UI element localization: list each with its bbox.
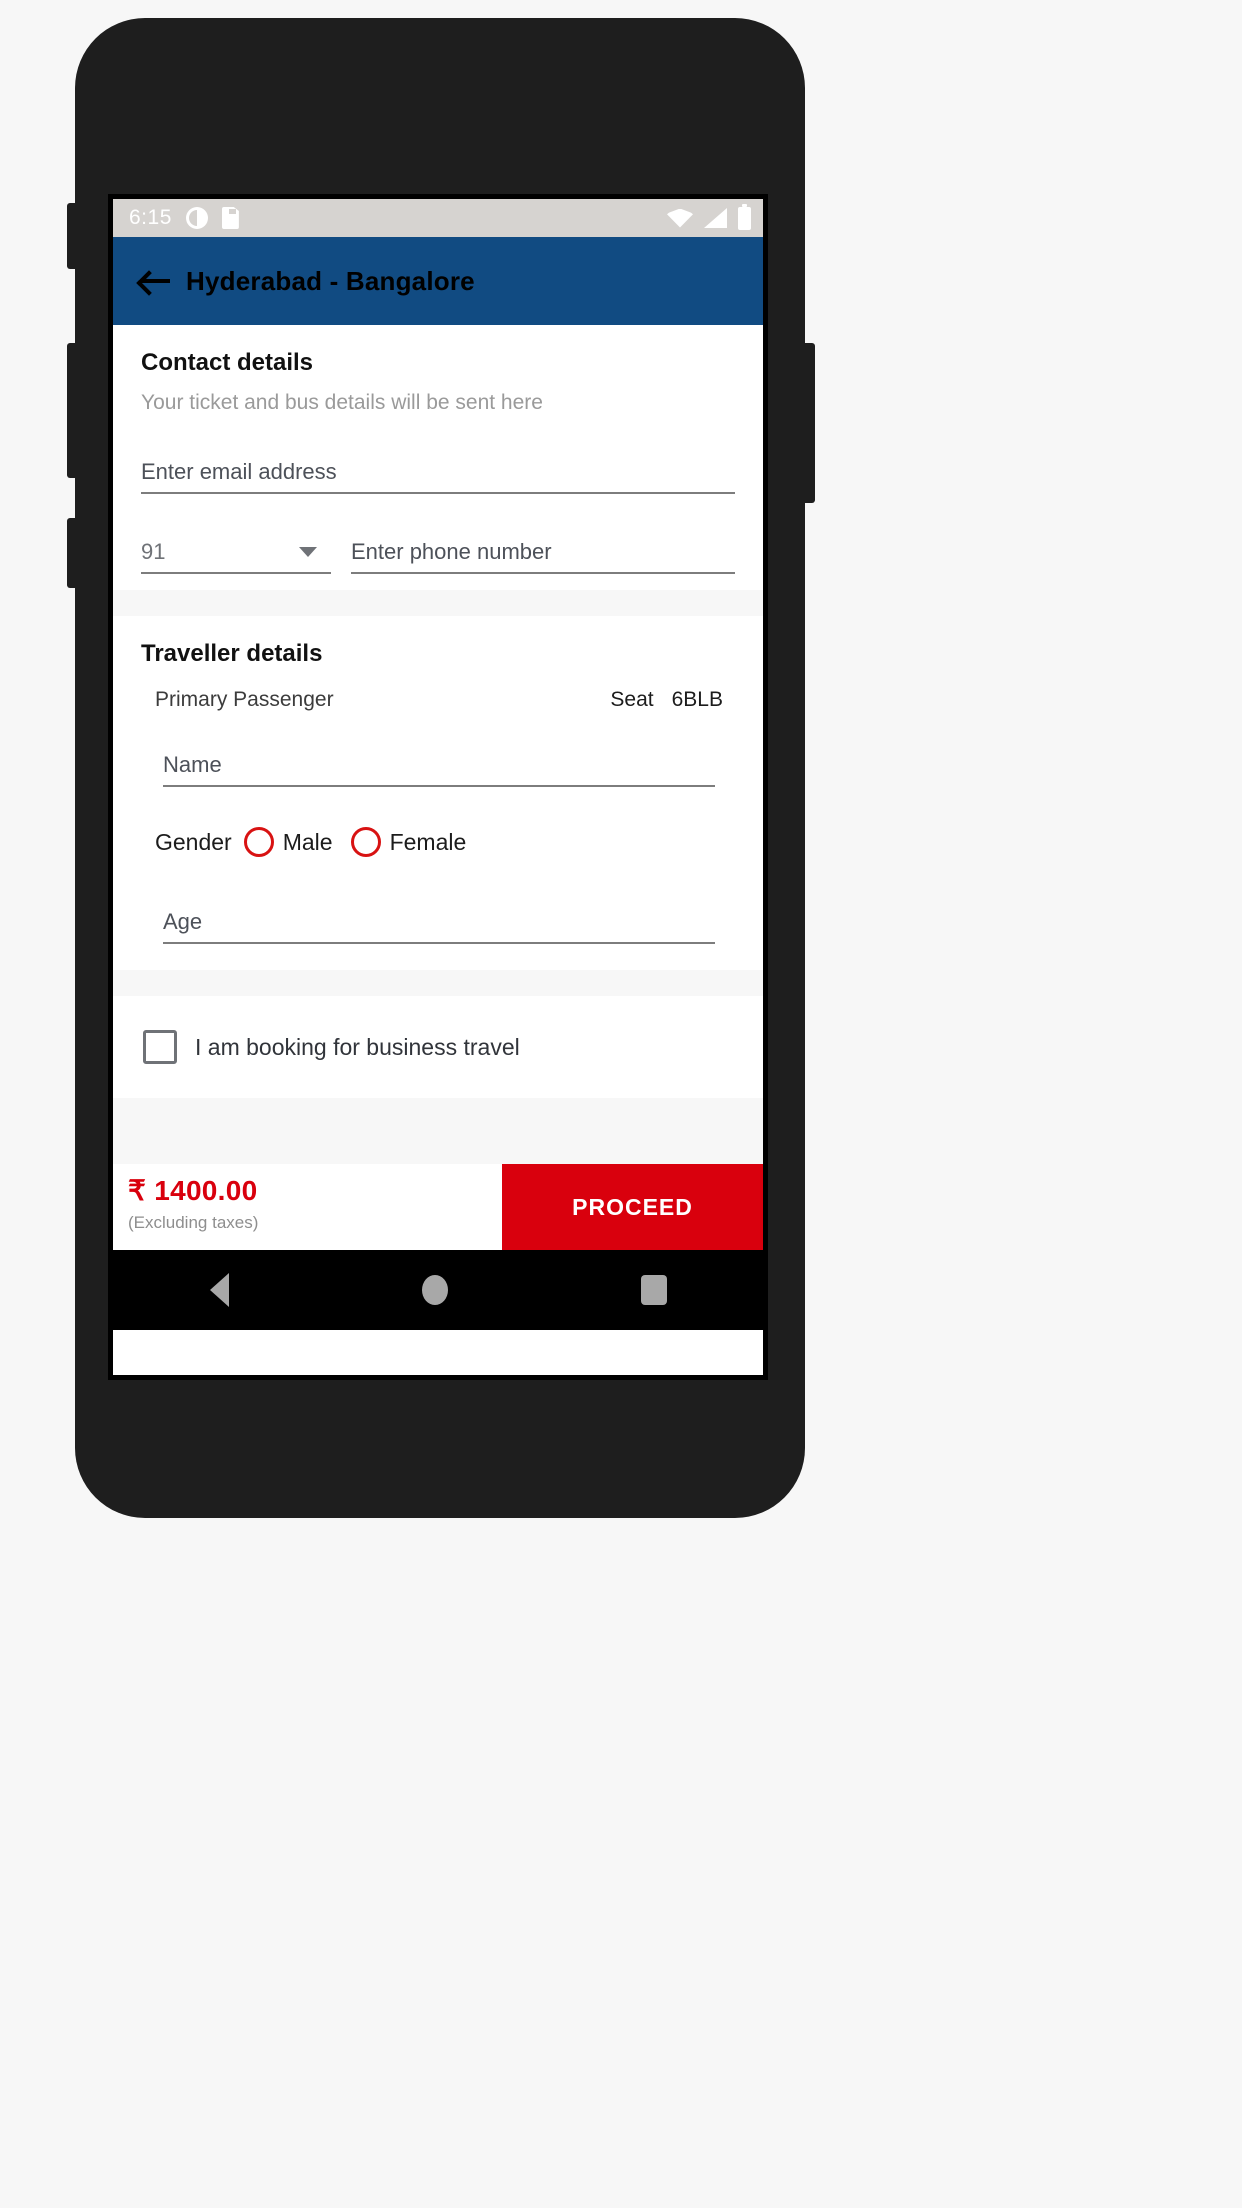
device-button-left-bottom[interactable] <box>67 518 81 588</box>
country-code-value: 91 <box>141 539 166 564</box>
bottom-bar: ₹ 1400.00 (Excluding taxes) PROCEED <box>113 1164 763 1250</box>
passenger-age-field[interactable]: Age <box>163 909 715 944</box>
phone-row: 91 Enter phone number <box>141 539 735 574</box>
phone-screen: 6:15 Hyderabad - Bangalore Contact detai… <box>108 194 768 1380</box>
wifi-icon <box>667 208 693 228</box>
section-divider-1 <box>113 590 763 616</box>
business-travel-checkbox[interactable] <box>143 1030 177 1064</box>
sdcard-icon <box>221 207 239 229</box>
device-volume-button[interactable] <box>67 343 81 478</box>
passenger-name-field[interactable]: Name <box>163 752 715 787</box>
status-bar-right <box>667 199 751 237</box>
phone-number-field[interactable]: Enter phone number <box>351 539 735 574</box>
age-placeholder: Age <box>163 909 203 934</box>
business-travel-label: I am booking for business travel <box>195 1033 520 1060</box>
bottom-spacer <box>113 1098 763 1164</box>
back-arrow-icon[interactable] <box>140 268 170 294</box>
device-power-button[interactable] <box>799 343 815 503</box>
mood-icon <box>185 207 208 229</box>
phone-device-frame: 6:15 Hyderabad - Bangalore Contact detai… <box>67 18 815 1518</box>
country-code-select[interactable]: 91 <box>141 539 331 574</box>
taxes-note: (Excluding taxes) <box>128 1213 259 1232</box>
chevron-down-icon <box>299 547 317 557</box>
status-bar-left: 6:15 <box>129 206 239 230</box>
traveller-details-card: Traveller details Primary Passenger Seat… <box>113 616 763 970</box>
nav-home-icon[interactable] <box>421 1275 448 1305</box>
gender-label: Gender <box>155 828 232 855</box>
gender-selector: Gender Male Female <box>155 827 735 857</box>
proceed-button[interactable]: PROCEED <box>502 1164 763 1250</box>
phone-placeholder: Enter phone number <box>351 539 552 564</box>
radio-male[interactable] <box>243 827 274 857</box>
status-bar-clock: 6:15 <box>129 206 172 229</box>
gender-option-male-label[interactable]: Male <box>283 829 333 856</box>
total-price: ₹ 1400.00 <box>128 1175 258 1206</box>
seat-number: 6BLB <box>671 688 723 711</box>
email-field[interactable]: Enter email address <box>141 459 735 494</box>
android-nav-bar <box>113 1250 763 1330</box>
main-content: Contact details Your ticket and bus deta… <box>113 325 763 1164</box>
signal-icon <box>704 208 727 228</box>
status-bar: 6:15 <box>113 199 763 237</box>
contact-details-subtitle: Your ticket and bus details will be sent… <box>141 391 543 414</box>
nav-recent-icon[interactable] <box>640 1275 667 1305</box>
contact-details-card: Contact details Your ticket and bus deta… <box>113 325 763 590</box>
battery-icon <box>738 203 751 230</box>
name-placeholder: Name <box>163 752 222 777</box>
traveller-details-heading: Traveller details <box>141 640 323 667</box>
page-title: Hyderabad - Bangalore <box>186 265 475 296</box>
business-travel-card[interactable]: I am booking for business travel <box>113 996 763 1098</box>
contact-details-heading: Contact details <box>141 349 314 376</box>
seat-label: Seat <box>610 688 654 711</box>
app-bar: Hyderabad - Bangalore <box>113 237 763 325</box>
email-placeholder: Enter email address <box>141 459 337 484</box>
device-button-left-top[interactable] <box>67 203 81 269</box>
radio-female[interactable] <box>350 827 381 857</box>
section-divider-2 <box>113 970 763 996</box>
price-block: ₹ 1400.00 (Excluding taxes) <box>113 1164 502 1250</box>
passenger-header-row: Primary Passenger Seat 6BLB <box>141 688 735 712</box>
seat-info: Seat 6BLB <box>610 688 723 712</box>
nav-back-icon[interactable] <box>209 1273 229 1307</box>
gender-option-female-label[interactable]: Female <box>390 829 467 856</box>
primary-passenger-label: Primary Passenger <box>155 688 334 711</box>
